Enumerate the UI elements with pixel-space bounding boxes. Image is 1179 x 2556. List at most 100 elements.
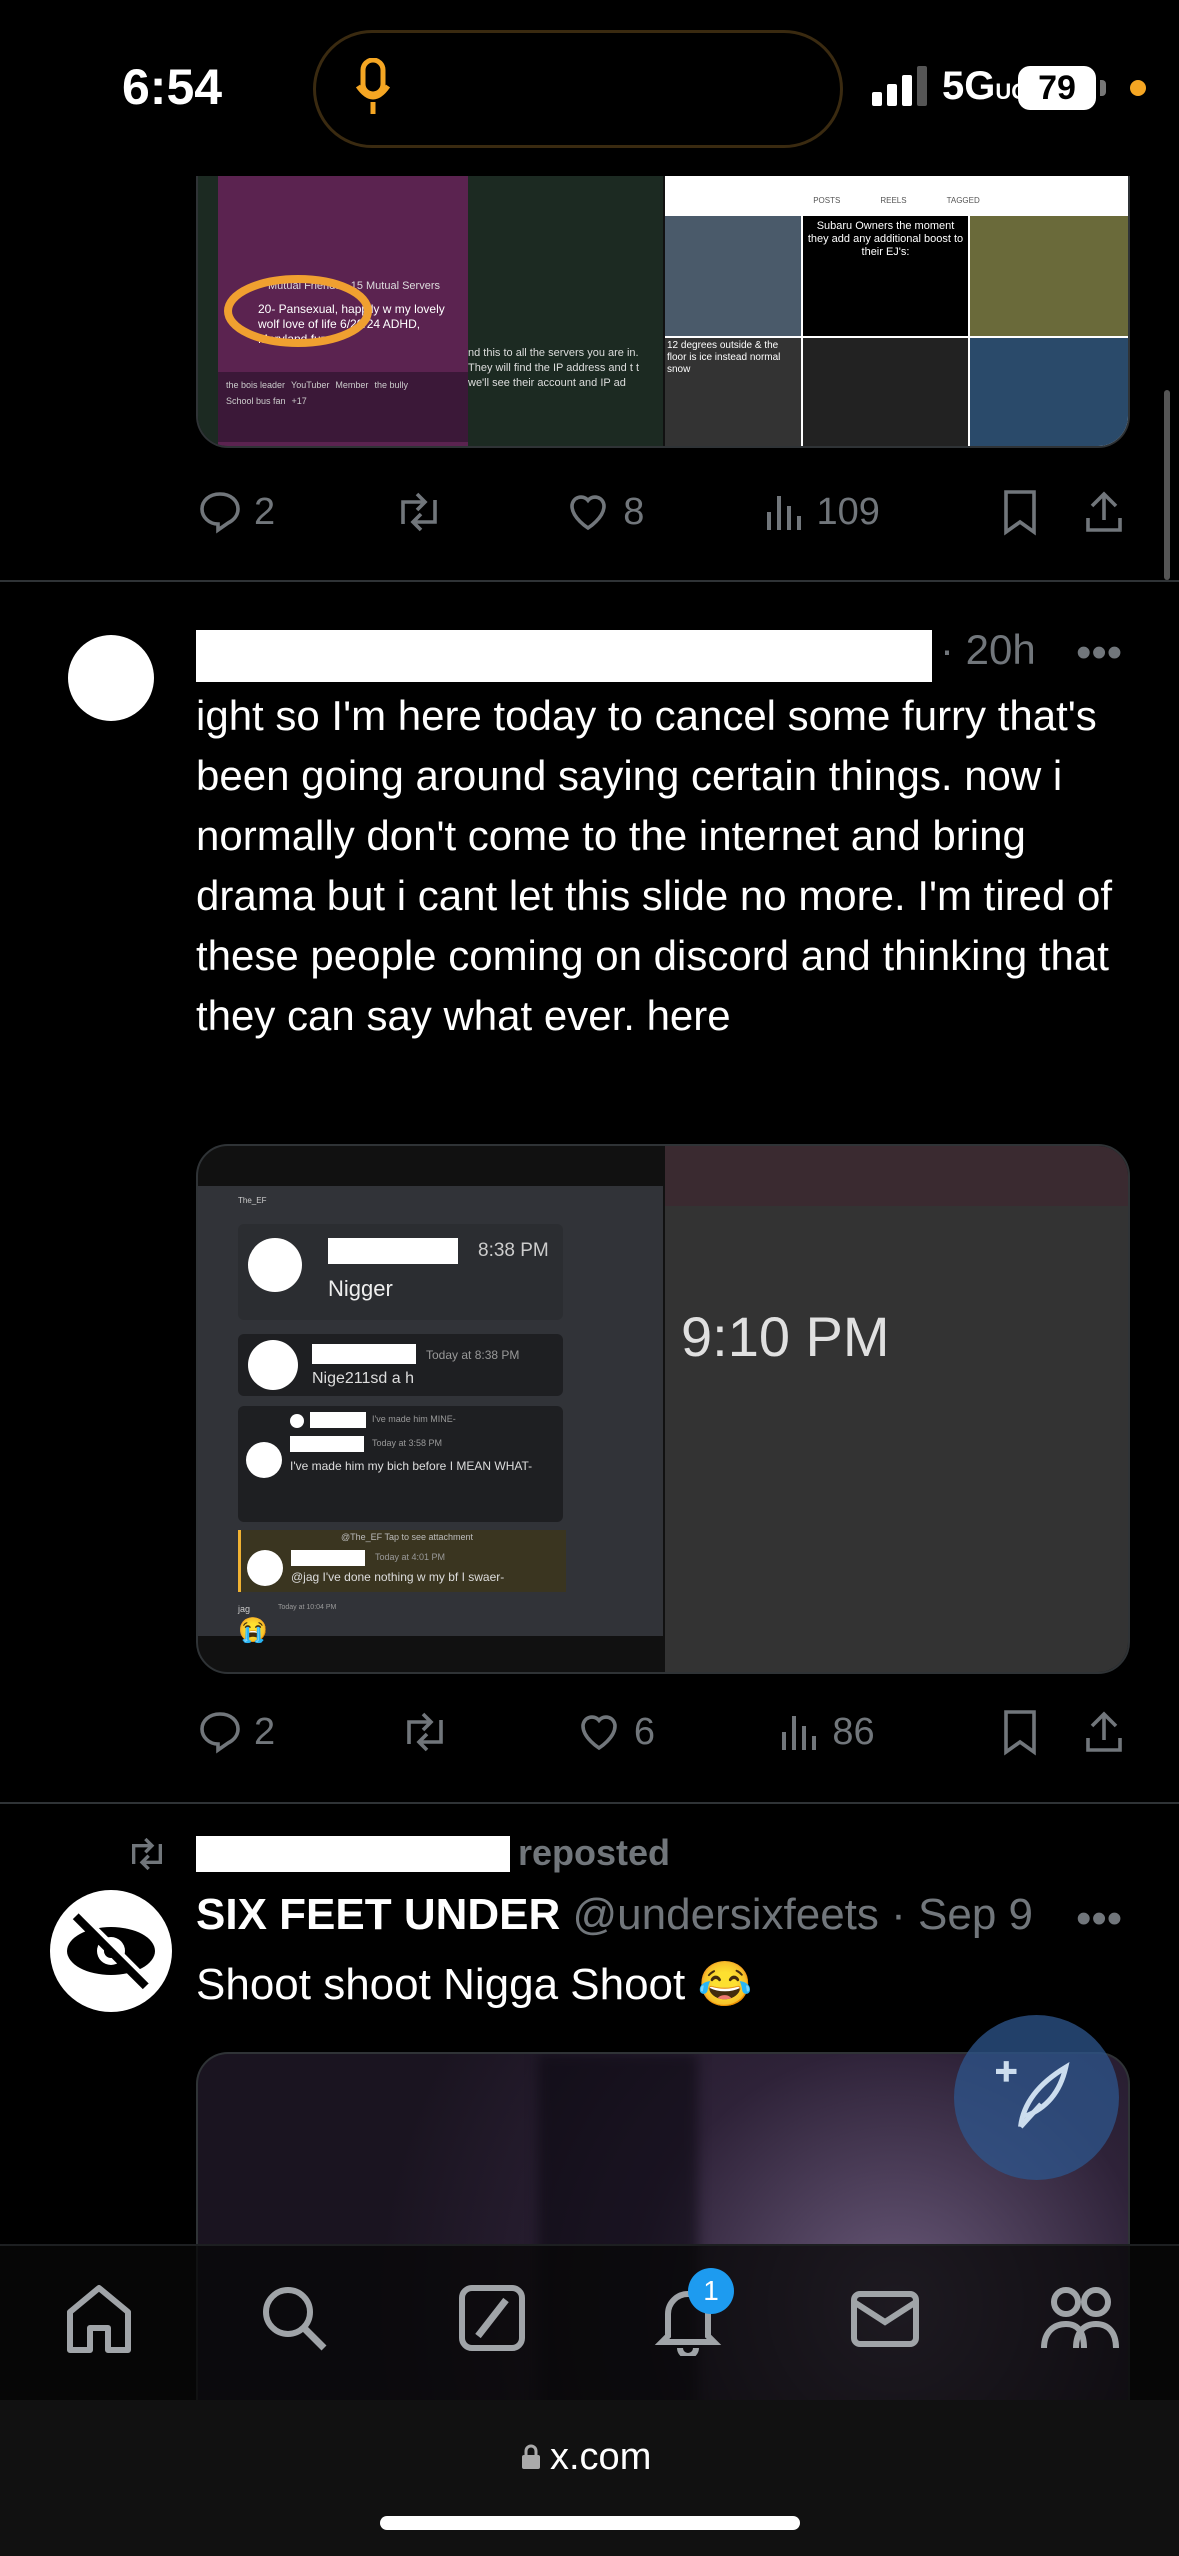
- dynamic-island: [313, 30, 843, 148]
- home-tab[interactable]: [64, 2280, 134, 2361]
- grok-icon: [459, 2285, 525, 2351]
- view-count: 86: [832, 1710, 875, 1753]
- post1-image-left[interactable]: Mutual Friends • 15 Mutual Servers 20- P…: [198, 176, 663, 446]
- battery-level: 79: [1018, 66, 1096, 110]
- circle-annotation-icon: [224, 275, 372, 347]
- share-icon[interactable]: [1082, 1708, 1126, 1756]
- handle[interactable]: @undersixfeets: [573, 1890, 879, 1939]
- post2-media[interactable]: The_EF 8:38 PM Nigger Today at 8:38 PM N…: [196, 1144, 1130, 1674]
- media-text: The_EF: [238, 1196, 267, 1205]
- media-text: @The_EF Tap to see attachment: [341, 1532, 474, 1542]
- media-text: jag: [238, 1604, 251, 1614]
- views-button[interactable]: 86: [778, 1708, 875, 1756]
- post-time: · 20h: [940, 626, 1036, 673]
- privacy-indicator: [1130, 80, 1146, 96]
- media-text: I've made him my bich before I MEAN WHAT…: [290, 1459, 533, 1473]
- signal-icon: [872, 66, 932, 111]
- media-text: Today at 4:01 PM: [375, 1552, 446, 1562]
- repost-icon: [132, 1837, 162, 1871]
- reply-button[interactable]: 2: [196, 1708, 275, 1756]
- compose-button[interactable]: [954, 2015, 1119, 2180]
- views-icon: [766, 496, 801, 530]
- like-button[interactable]: 6: [574, 1708, 655, 1756]
- post-text: ight so I'm here today to cancel some fu…: [196, 692, 1113, 1039]
- post1-actions: 2 8 109: [196, 488, 1126, 536]
- scrollbar[interactable]: [1164, 390, 1170, 580]
- search-icon: [263, 2287, 327, 2351]
- heart-icon: [570, 495, 607, 531]
- reply-button[interactable]: 2: [196, 488, 275, 536]
- like-button[interactable]: 8: [563, 488, 644, 536]
- views-icon: [782, 1716, 817, 1750]
- media-text: nd this to all the servers you are in. T…: [468, 347, 639, 389]
- repost-button[interactable]: [393, 488, 445, 536]
- redacted-username: [196, 630, 932, 682]
- views-button[interactable]: 109: [763, 488, 880, 536]
- post-time: · Sep 9: [891, 1890, 1033, 1939]
- more-icon[interactable]: •••: [1076, 628, 1122, 678]
- media-tag: Member: [335, 380, 369, 390]
- divider: [0, 1802, 1179, 1804]
- media-text: 8:38 PM: [478, 1240, 549, 1261]
- media-tag: School bus fan: [226, 396, 286, 406]
- repost-button[interactable]: [399, 1708, 451, 1756]
- media-text: 😭: [238, 1617, 268, 1644]
- url-text: x.com: [550, 2436, 652, 2478]
- communities-icon: [1041, 2287, 1119, 2349]
- status-time: 6:54: [122, 59, 223, 115]
- like-count: 6: [633, 1710, 655, 1753]
- display-name[interactable]: SIX FEET UNDER: [196, 1890, 560, 1939]
- media-text: 12 degrees outside & the floor is ice in…: [667, 340, 781, 375]
- redacted-username: [196, 1836, 510, 1872]
- post1-image-right[interactable]: POSTS REELS TAGGED Subaru Owners the mom…: [665, 176, 1128, 446]
- reply-icon: [200, 1712, 240, 1754]
- reply-count: 2: [254, 490, 276, 533]
- media-text: REELS: [880, 196, 907, 205]
- media-text: TAGGED: [946, 196, 980, 205]
- network-type: 5GUC: [942, 64, 1028, 108]
- heart-icon: [581, 1715, 617, 1751]
- messages-icon: [851, 2291, 919, 2347]
- media-text: Subaru Owners the moment they add any ad…: [807, 220, 964, 258]
- media-text: Nigger: [328, 1276, 393, 1301]
- media-tag: +17: [291, 396, 307, 406]
- notification-badge: 1: [688, 2268, 734, 2314]
- avatar[interactable]: [68, 635, 154, 721]
- eye-slash-icon: [67, 1910, 155, 1990]
- share-icon[interactable]: [1082, 488, 1126, 536]
- reply-icon: [200, 492, 240, 534]
- post2-image-right[interactable]: 9:10 PM: [665, 1146, 1128, 1672]
- like-count: 8: [623, 490, 645, 533]
- reply-count: 2: [254, 1710, 276, 1753]
- lock-icon: [522, 2444, 540, 2469]
- messages-tab[interactable]: [848, 2280, 922, 2361]
- home-indicator[interactable]: [380, 2516, 800, 2530]
- more-icon[interactable]: •••: [1076, 1894, 1122, 1944]
- bookmark-icon[interactable]: [998, 488, 1042, 536]
- battery-nub: [1100, 80, 1106, 96]
- grok-tab[interactable]: [456, 2280, 528, 2361]
- bottom-tab-bar: [0, 2244, 1179, 2402]
- media-text: @jag I've done nothing w my bf I swaer-: [291, 1570, 505, 1584]
- communities-tab[interactable]: [1040, 2280, 1120, 2361]
- repost-label: reposted: [518, 1832, 671, 1873]
- media-text: POSTS: [813, 196, 841, 205]
- home-icon: [67, 2285, 131, 2353]
- post-text: Shoot shoot Nigga Shoot 😂: [196, 1960, 753, 2009]
- media-text: Today at 3:58 PM: [372, 1438, 443, 1448]
- address-bar[interactable]: x.com: [520, 2436, 651, 2479]
- media-text: Nige211sd a h: [312, 1370, 414, 1387]
- compose-feather-icon: [996, 2061, 1070, 2129]
- avatar[interactable]: [50, 1890, 172, 2012]
- media-text: Today at 8:38 PM: [426, 1348, 520, 1362]
- bookmark-icon[interactable]: [998, 1708, 1042, 1756]
- view-count: 109: [816, 490, 880, 533]
- repost-icon: [401, 492, 438, 532]
- repost-icon: [406, 1712, 443, 1752]
- post-header: SIX FEET UNDER @undersixfeets · Sep 9: [196, 1890, 1033, 1940]
- media-text: I've made him MINE-: [372, 1414, 456, 1424]
- search-tab[interactable]: [258, 2280, 330, 2361]
- media-text: Today at 10:04 PM: [278, 1604, 337, 1611]
- post2-image-left[interactable]: The_EF 8:38 PM Nigger Today at 8:38 PM N…: [198, 1186, 663, 1644]
- post1-media[interactable]: Mutual Friends • 15 Mutual Servers 20- P…: [196, 176, 1130, 448]
